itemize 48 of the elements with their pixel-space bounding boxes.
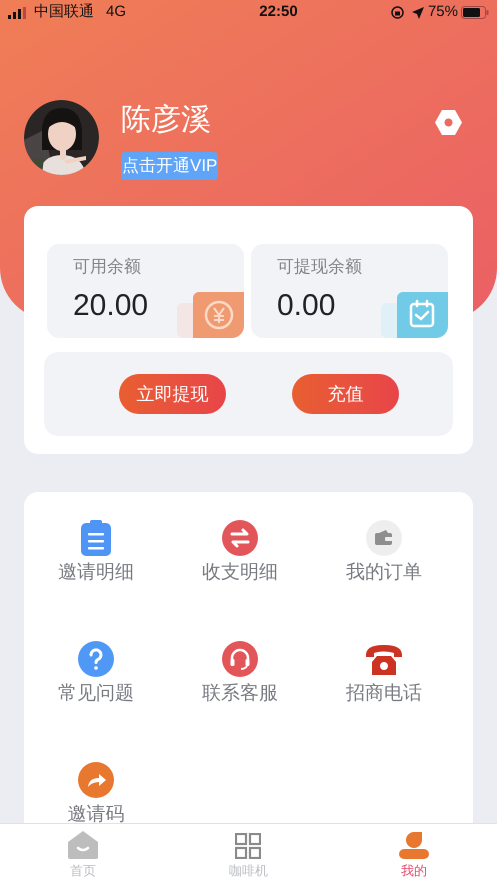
balance-label: 可用余额 [73,256,141,278]
menu-label: 邀请明细 [58,561,134,585]
grid-icon [235,833,262,859]
menu-label: 收支明细 [202,561,278,585]
menu-label: 招商电话 [346,682,422,706]
headset-icon [222,641,258,677]
question-icon [78,641,114,677]
balance-tile[interactable]: 可用余额 20.00 [47,244,244,338]
network-type: 4G [106,2,126,22]
menu-label: 邀请码 [68,803,124,827]
tab-item[interactable]: 我的 [331,824,497,883]
balance-tile[interactable]: 可提现余额 0.00 [251,244,448,338]
action-button[interactable]: 充值 [292,374,399,414]
menu-item[interactable]: 常见问题 [24,640,168,761]
signal-icon [8,6,28,18]
person-icon [399,831,430,859]
menu-item[interactable]: 招商电话 [312,640,456,761]
telephone-icon [365,643,403,677]
tab-label: 我的 [401,863,428,879]
share-icon [78,762,114,798]
battery-icon [460,6,489,19]
battery-percent: 75% [428,2,458,22]
home-icon [68,831,98,859]
balance-amount: 0.00 [277,288,336,324]
clock-time: 22:50 [258,2,298,22]
balance-label: 可提现余额 [277,256,362,278]
vip-badge[interactable]: 点击开通VIP [121,152,218,180]
menu-item[interactable]: 邀请明细 [24,519,168,640]
carrier-name: 中国联通 [34,2,94,22]
menu-item[interactable]: 我的订单 [312,519,456,640]
location-arrow-icon [412,6,424,18]
yen-icon [177,292,244,338]
tab-label: 咖啡机 [228,863,268,879]
rotation-lock-icon [390,6,404,19]
menu-label: 联系客服 [202,682,278,706]
menu-item[interactable]: 收支明细 [168,519,312,640]
tab-label: 首页 [70,863,96,879]
balance-amount: 20.00 [73,288,148,324]
clipboard-icon [80,520,112,556]
wallet-icon [366,520,402,556]
calendar-icon [381,292,448,338]
user-name: 陈彦溪 [121,102,211,138]
menu-item[interactable]: 联系客服 [168,640,312,761]
menu-label: 我的订单 [346,561,422,585]
settings-icon[interactable] [435,109,462,136]
exchange-icon [222,520,258,556]
action-button[interactable]: 立即提现 [119,374,226,414]
menu-label: 常见问题 [58,682,134,706]
